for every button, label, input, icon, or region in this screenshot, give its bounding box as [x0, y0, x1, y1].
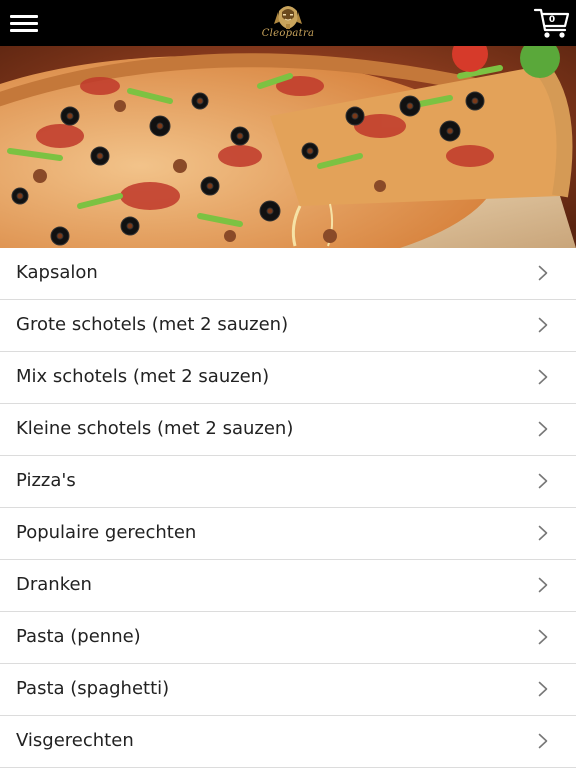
chevron-right-icon	[538, 577, 548, 593]
pizza-image	[0, 46, 576, 248]
chevron-right-icon	[538, 473, 548, 489]
category-label: Pasta (spaghetti)	[16, 678, 170, 699]
category-item[interactable]: Pasta (penne)	[0, 612, 576, 664]
menu-button[interactable]	[6, 8, 42, 38]
category-label: Kleine schotels (met 2 sauzen)	[16, 418, 294, 439]
chevron-right-icon	[538, 525, 548, 541]
category-item[interactable]: Visgerechten	[0, 716, 576, 768]
brand-logo: Cleopatra	[248, 2, 328, 44]
category-label: Dranken	[16, 574, 92, 595]
top-bar: Cleopatra 0	[0, 0, 576, 46]
app-screen: Cleopatra 0 Kapsalon Grote schotels (met…	[0, 0, 576, 768]
category-item[interactable]: Populaire gerechten	[0, 508, 576, 560]
chevron-right-icon	[538, 681, 548, 697]
category-label: Pizza's	[16, 470, 76, 491]
chevron-right-icon	[538, 421, 548, 437]
category-item[interactable]: Pasta (spaghetti)	[0, 664, 576, 716]
category-item[interactable]: Grote schotels (met 2 sauzen)	[0, 300, 576, 352]
category-item[interactable]: Mix schotels (met 2 sauzen)	[0, 352, 576, 404]
chevron-right-icon	[538, 629, 548, 645]
category-label: Pasta (penne)	[16, 626, 141, 647]
category-label: Kapsalon	[16, 262, 98, 283]
chevron-right-icon	[538, 733, 548, 749]
category-label: Populaire gerechten	[16, 522, 197, 543]
category-label: Mix schotels (met 2 sauzen)	[16, 366, 270, 387]
cart-button[interactable]: 0	[532, 4, 572, 42]
pharaoh-logo-icon	[274, 6, 302, 29]
category-item[interactable]: Kapsalon	[0, 248, 576, 300]
chevron-right-icon	[538, 265, 548, 281]
chevron-right-icon	[538, 317, 548, 333]
category-item[interactable]: Kleine schotels (met 2 sauzen)	[0, 404, 576, 456]
chevron-right-icon	[538, 369, 548, 385]
category-item[interactable]: Dranken	[0, 560, 576, 612]
category-label: Visgerechten	[16, 730, 134, 751]
cart-count-badge: 0	[548, 15, 556, 25]
category-item[interactable]: Pizza's	[0, 456, 576, 508]
category-label: Grote schotels (met 2 sauzen)	[16, 314, 289, 335]
hero-banner	[0, 46, 576, 248]
brand-name: Cleopatra	[261, 28, 315, 39]
category-list: Kapsalon Grote schotels (met 2 sauzen) Mix…	[0, 248, 576, 768]
